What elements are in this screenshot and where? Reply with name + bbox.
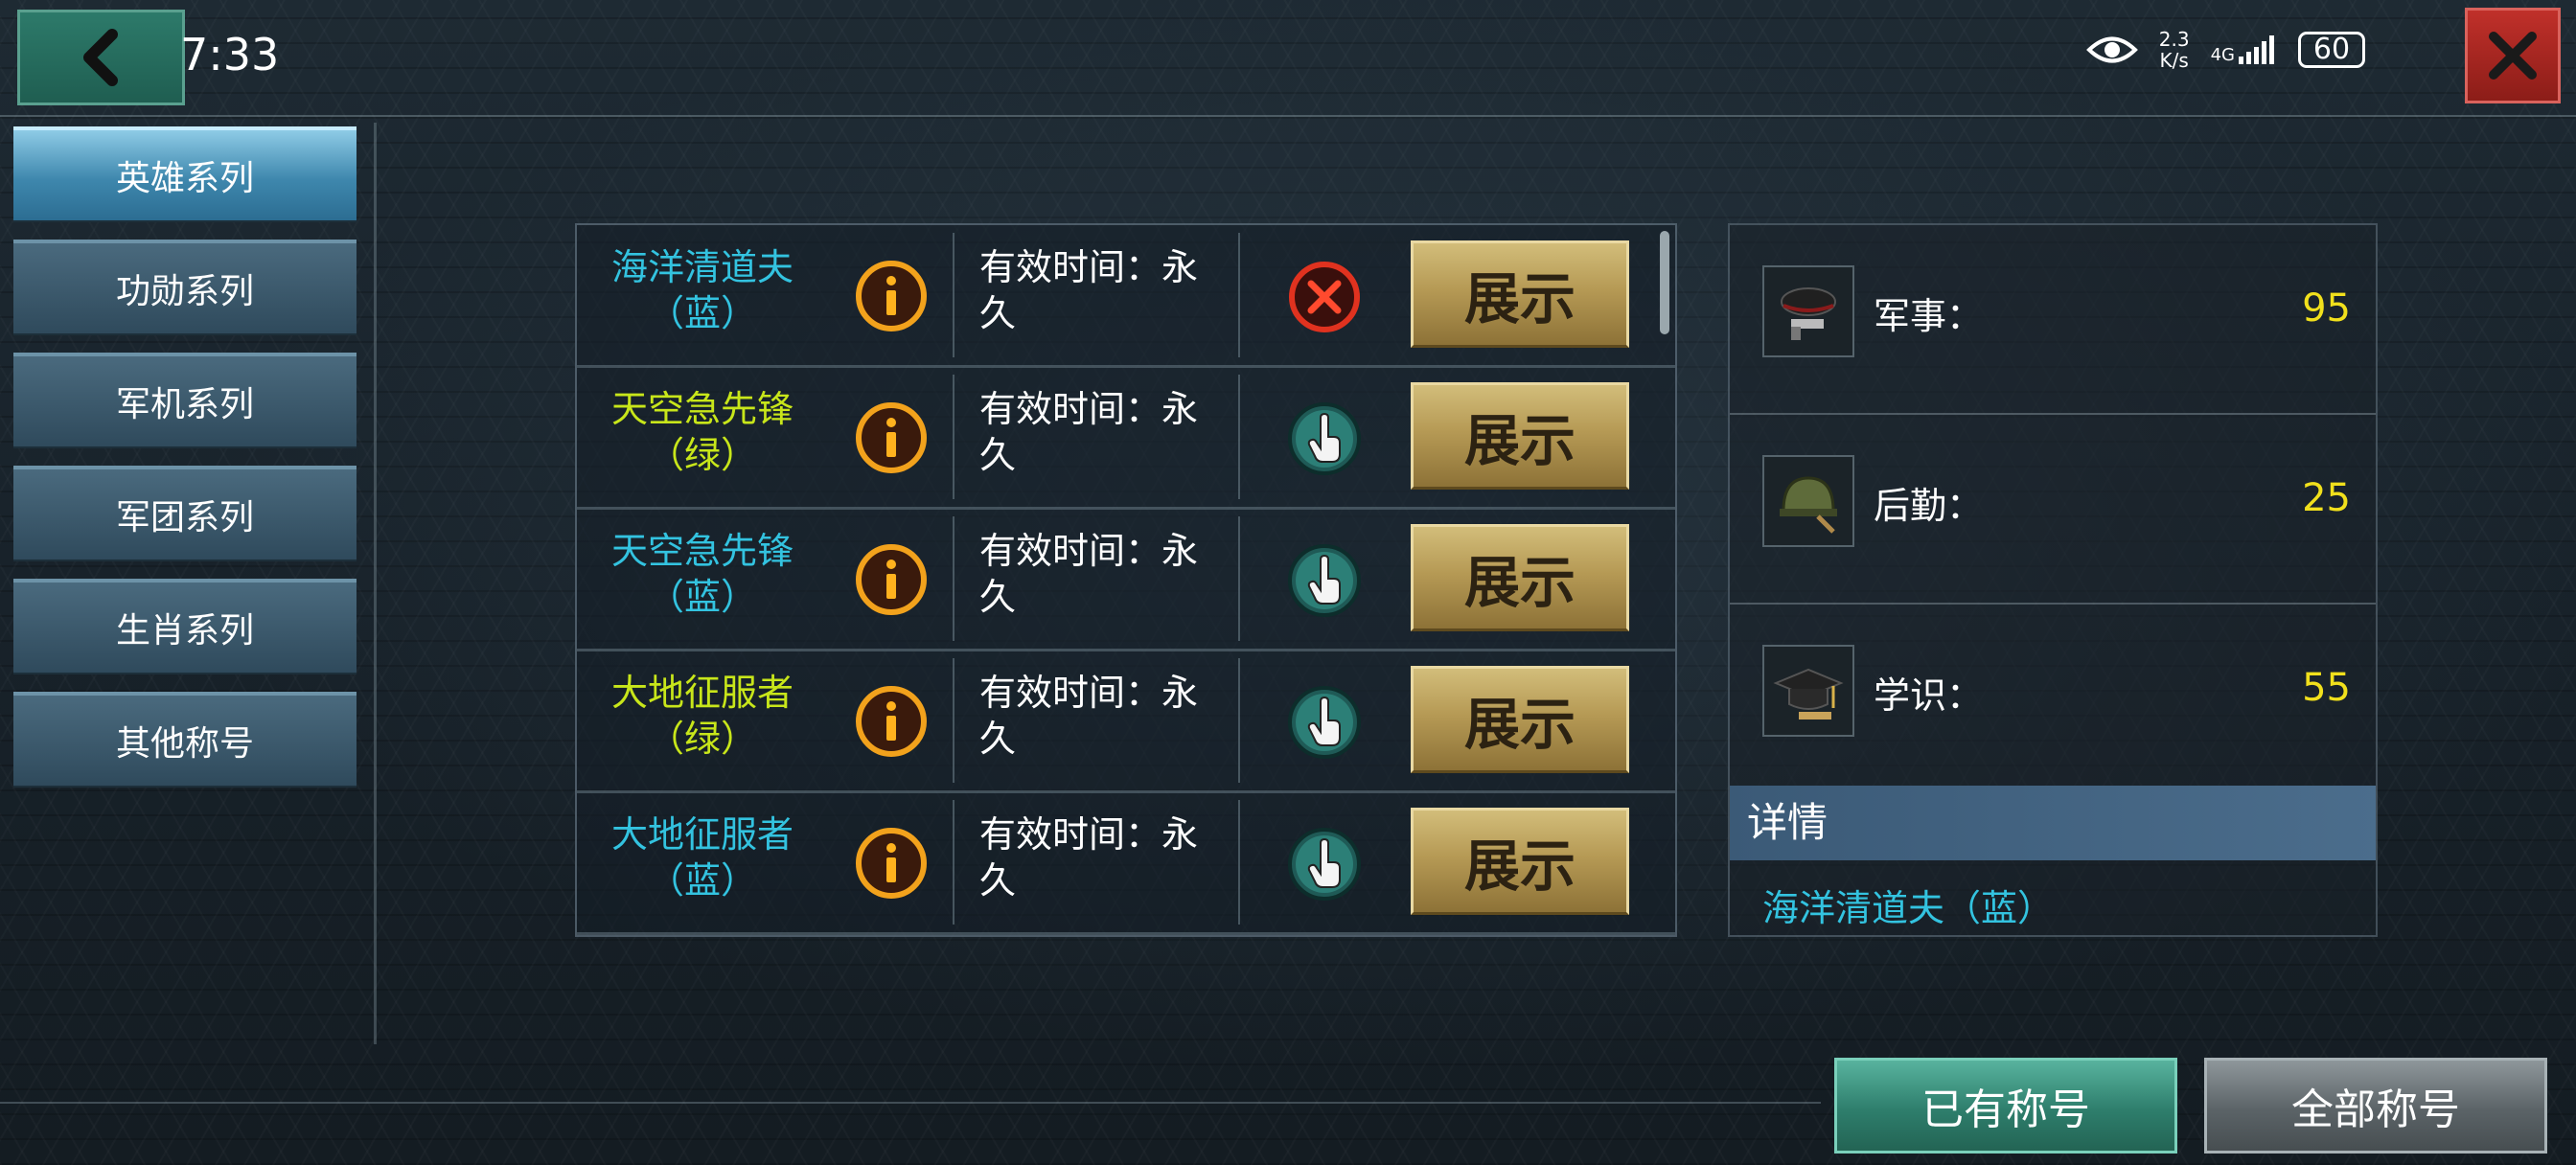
bottom-divider xyxy=(0,1102,1821,1104)
column-divider xyxy=(953,658,954,783)
top-bar: 7:33 2.3 K/s 4G 60 xyxy=(0,0,2576,117)
title-name-text: 大地征服者 xyxy=(610,813,794,856)
pistol-cap-icon xyxy=(1762,265,1854,357)
title-name-text: 海洋清道夫 xyxy=(610,246,794,288)
validity-text: 有效时间：永久 xyxy=(979,246,1199,334)
net-speed-unit: K/s xyxy=(2159,49,2189,72)
title-row: 海洋清道夫 （蓝） 有效时间：永久 展示 xyxy=(577,225,1675,368)
column-divider xyxy=(1238,800,1240,925)
detail-description: 所有军官军事+20 xyxy=(1762,926,2058,935)
attribute-row-knowledge: 学识： 55 xyxy=(1730,605,2376,794)
attribute-label: 后勤： xyxy=(1874,485,1984,527)
validity-text: 有效时间：永久 xyxy=(979,388,1199,476)
helmet-icon xyxy=(1762,455,1854,547)
title-name: 大地征服者 （蓝） xyxy=(586,811,818,903)
signal-bars-icon xyxy=(2239,35,2274,64)
sidebar-item-zodiac-series[interactable]: 生肖系列 xyxy=(13,579,356,674)
eye-icon xyxy=(2085,36,2138,63)
attribute-label: 学识： xyxy=(1874,674,1984,717)
net-speed: 2.3 K/s xyxy=(2159,29,2190,71)
validity-text: 有效时间：永久 xyxy=(979,672,1199,760)
hand-pointer-icon[interactable] xyxy=(1284,682,1365,763)
signal-indicator: 4G xyxy=(2211,35,2277,64)
title-list[interactable]: 海洋清道夫 （蓝） 有效时间：永久 展示 天空急先锋 （绿） 有效时间：永久 展… xyxy=(575,223,1677,937)
title-name-text: 大地征服者 xyxy=(610,672,794,714)
close-button[interactable] xyxy=(2465,8,2561,103)
sidebar-item-hero-series[interactable]: 英雄系列 xyxy=(13,126,356,222)
column-divider xyxy=(953,233,954,357)
title-color-tag: （蓝） xyxy=(647,576,757,618)
title-row: 天空急先锋 （蓝） 有效时间：永久 展示 xyxy=(577,509,1675,651)
attribute-value: 25 xyxy=(2302,476,2351,520)
show-button[interactable]: 展示 xyxy=(1411,666,1629,773)
title-row: 大地征服者 （绿） 有效时间：永久 展示 xyxy=(577,651,1675,793)
column-divider xyxy=(1238,375,1240,499)
column-divider xyxy=(1238,233,1240,357)
attribute-value: 55 xyxy=(2302,666,2351,710)
title-name: 天空急先锋 （绿） xyxy=(586,386,818,478)
network-type: 4G xyxy=(2210,45,2235,65)
sidebar-item-legion-series[interactable]: 军团系列 xyxy=(13,466,356,561)
title-color-tag: （绿） xyxy=(647,434,757,476)
all-titles-button[interactable]: 全部称号 xyxy=(2204,1058,2547,1154)
info-icon[interactable] xyxy=(853,258,930,334)
title-color-tag: （蓝） xyxy=(647,292,757,334)
title-color-tag: （蓝） xyxy=(647,859,757,902)
column-divider xyxy=(1238,658,1240,783)
category-sidebar: 英雄系列 功勋系列 军机系列 军团系列 生肖系列 其他称号 xyxy=(13,126,358,805)
hand-pointer-icon[interactable] xyxy=(1284,540,1365,621)
system-status: 2.3 K/s 4G 60 xyxy=(2085,29,2365,71)
attribute-value: 95 xyxy=(2302,286,2351,331)
title-name: 天空急先锋 （蓝） xyxy=(586,528,818,620)
sidebar-item-aircraft-series[interactable]: 军机系列 xyxy=(13,353,356,448)
title-name-text: 天空急先锋 xyxy=(610,388,794,430)
show-button[interactable]: 展示 xyxy=(1411,382,1629,490)
column-divider xyxy=(1238,516,1240,641)
info-icon[interactable] xyxy=(853,683,930,760)
hand-pointer-icon[interactable] xyxy=(1284,824,1365,904)
validity-text: 有效时间：永久 xyxy=(979,813,1199,902)
net-speed-value: 2.3 xyxy=(2158,28,2190,51)
graduation-cap-icon xyxy=(1762,645,1854,737)
owned-titles-button[interactable]: 已有称号 xyxy=(1834,1058,2177,1154)
attribute-label: 军事： xyxy=(1874,295,1984,337)
column-divider xyxy=(953,800,954,925)
attribute-row-military: 军事： 95 xyxy=(1730,225,2376,415)
title-name: 海洋清道夫 （蓝） xyxy=(586,244,818,336)
clock: 7:33 xyxy=(180,29,280,80)
back-button[interactable] xyxy=(17,10,185,105)
detail-title: 海洋清道夫（蓝） xyxy=(1762,887,2055,929)
title-name: 大地征服者 （绿） xyxy=(586,670,818,762)
info-icon[interactable] xyxy=(853,541,930,618)
title-name-text: 天空急先锋 xyxy=(610,530,794,572)
title-color-tag: （绿） xyxy=(647,718,757,760)
list-scrollbar[interactable] xyxy=(1660,231,1669,334)
sidebar-item-other-titles[interactable]: 其他称号 xyxy=(13,692,356,788)
attribute-panel: 军事： 95 后勤： 25 学识： 55 详情 海洋清道夫（蓝） 所有军官军事+… xyxy=(1728,223,2378,937)
battery: 60 xyxy=(2298,32,2365,68)
cancel-icon[interactable] xyxy=(1284,257,1365,337)
info-icon[interactable] xyxy=(853,825,930,902)
column-divider xyxy=(953,516,954,641)
hand-pointer-icon[interactable] xyxy=(1284,399,1365,479)
sidebar-item-merit-series[interactable]: 功勋系列 xyxy=(13,240,356,335)
title-row: 天空急先锋 （绿） 有效时间：永久 展示 xyxy=(577,367,1675,510)
show-button[interactable]: 展示 xyxy=(1411,524,1629,631)
show-button[interactable]: 展示 xyxy=(1411,808,1629,915)
column-divider xyxy=(953,375,954,499)
chevron-left-icon xyxy=(82,29,118,86)
info-icon[interactable] xyxy=(853,400,930,476)
attribute-row-logistics: 后勤： 25 xyxy=(1730,415,2376,605)
detail-header: 详情 xyxy=(1730,786,2376,860)
validity-text: 有效时间：永久 xyxy=(979,530,1199,618)
show-button[interactable]: 展示 xyxy=(1411,240,1629,348)
title-row: 大地征服者 （蓝） 有效时间：永久 展示 xyxy=(577,792,1675,935)
sidebar-divider xyxy=(374,123,377,1044)
close-icon xyxy=(2489,32,2537,80)
